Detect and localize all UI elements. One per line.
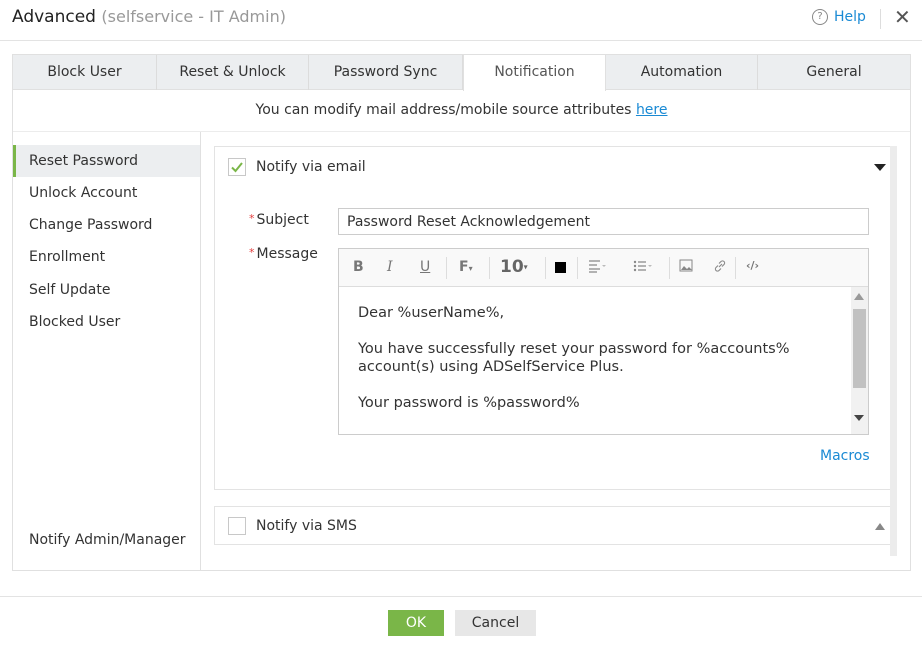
source-code-button[interactable]: ‹/› bbox=[746, 259, 759, 272]
here-link[interactable]: here bbox=[636, 102, 668, 118]
message-label: * Message bbox=[249, 246, 318, 262]
title-subtitle: (selfservice - IT Admin) bbox=[101, 7, 286, 26]
message-line: Your password is %password% bbox=[358, 395, 580, 411]
sms-notification-panel: Notify via SMS bbox=[214, 506, 897, 545]
tab-bar: Block User Reset & Unlock Password Sync … bbox=[13, 55, 910, 91]
bullet-list-icon bbox=[633, 260, 652, 272]
expand-sms-icon[interactable] bbox=[875, 523, 885, 530]
message-editor: B I U F▾ 10▾ ‹/› Dear %userName%, You ha… bbox=[338, 248, 869, 435]
cancel-button[interactable]: Cancel bbox=[455, 610, 536, 636]
list-button[interactable] bbox=[633, 259, 653, 277]
check-icon bbox=[231, 162, 243, 173]
scroll-down-icon[interactable] bbox=[854, 415, 864, 421]
bold-button[interactable]: B bbox=[353, 259, 364, 275]
sidebar: Reset Password Unlock Account Change Pas… bbox=[13, 132, 201, 571]
sidebar-item-change-password[interactable]: Change Password bbox=[13, 209, 200, 241]
close-icon[interactable]: ✕ bbox=[894, 5, 911, 29]
image-icon bbox=[679, 259, 693, 272]
macros-link[interactable]: Macros bbox=[820, 448, 870, 464]
tab-block-user[interactable]: Block User bbox=[13, 55, 157, 90]
scrollbar-thumb[interactable] bbox=[853, 309, 866, 388]
sidebar-item-unlock-account[interactable]: Unlock Account bbox=[13, 177, 200, 209]
tab-general[interactable]: General bbox=[758, 55, 910, 90]
toolbar-divider bbox=[545, 257, 546, 279]
info-banner: You can modify mail address/mobile sourc… bbox=[13, 90, 910, 132]
required-marker: * bbox=[249, 246, 255, 259]
sidebar-item-enrollment[interactable]: Enrollment bbox=[13, 241, 200, 273]
toolbar-divider bbox=[669, 257, 670, 279]
sms-checkbox[interactable] bbox=[228, 517, 246, 535]
message-body[interactable]: Dear %userName%, You have successfully r… bbox=[339, 287, 852, 434]
dialog-header: Advanced (selfservice - IT Admin) ? Help… bbox=[0, 0, 922, 41]
panel-scrollbar[interactable] bbox=[890, 146, 897, 556]
subject-input[interactable] bbox=[338, 208, 869, 235]
text-color-button[interactable] bbox=[555, 262, 566, 273]
message-line: You have successfully reset your passwor… bbox=[358, 341, 790, 375]
sidebar-item-notify-admin-manager[interactable]: Notify Admin/Manager bbox=[29, 532, 186, 548]
toolbar-divider bbox=[577, 257, 578, 279]
header-divider bbox=[880, 9, 881, 29]
underline-button[interactable]: U bbox=[420, 259, 430, 275]
title-main: Advanced bbox=[12, 7, 96, 27]
email-label: Notify via email bbox=[256, 159, 366, 175]
align-left-icon bbox=[589, 260, 606, 273]
link-icon bbox=[714, 260, 726, 272]
insert-link-button[interactable] bbox=[713, 259, 727, 277]
font-family-button[interactable]: F▾ bbox=[459, 259, 473, 275]
toolbar-divider bbox=[735, 257, 736, 279]
settings-frame: Block User Reset & Unlock Password Sync … bbox=[12, 54, 911, 571]
footer-divider bbox=[0, 596, 922, 597]
sidebar-item-self-update[interactable]: Self Update bbox=[13, 274, 200, 306]
tab-reset-unlock[interactable]: Reset & Unlock bbox=[157, 55, 309, 90]
italic-button[interactable]: I bbox=[387, 259, 393, 275]
align-button[interactable] bbox=[588, 259, 606, 277]
tab-automation[interactable]: Automation bbox=[606, 55, 758, 90]
insert-image-button[interactable] bbox=[679, 259, 693, 277]
help-label: Help bbox=[834, 9, 866, 25]
message-line: Dear %userName%, bbox=[358, 305, 505, 321]
collapse-email-icon[interactable] bbox=[874, 164, 886, 171]
subject-label: * Subject bbox=[249, 212, 309, 228]
email-checkbox[interactable] bbox=[228, 158, 246, 176]
tab-password-sync[interactable]: Password Sync bbox=[309, 55, 463, 90]
email-notification-panel: Notify via email *Subject *Message B I U… bbox=[214, 146, 897, 490]
toolbar-divider bbox=[446, 257, 447, 279]
dialog-title: Advanced (selfservice - IT Admin) bbox=[12, 7, 286, 27]
sms-label: Notify via SMS bbox=[256, 518, 357, 534]
required-marker: * bbox=[249, 212, 255, 225]
help-icon: ? bbox=[812, 9, 828, 25]
sidebar-item-blocked-user[interactable]: Blocked User bbox=[13, 306, 200, 338]
tab-notification[interactable]: Notification bbox=[463, 55, 606, 91]
sidebar-item-reset-password[interactable]: Reset Password bbox=[13, 145, 200, 177]
toolbar-divider bbox=[489, 257, 490, 279]
font-size-button[interactable]: 10▾ bbox=[500, 257, 528, 277]
info-text: You can modify mail address/mobile sourc… bbox=[255, 102, 636, 118]
ok-button[interactable]: OK bbox=[388, 610, 444, 636]
help-link[interactable]: ? Help bbox=[812, 9, 866, 25]
message-scrollbar[interactable] bbox=[851, 287, 868, 434]
scroll-up-icon[interactable] bbox=[854, 293, 864, 300]
editor-toolbar: B I U F▾ 10▾ ‹/› bbox=[339, 249, 868, 287]
